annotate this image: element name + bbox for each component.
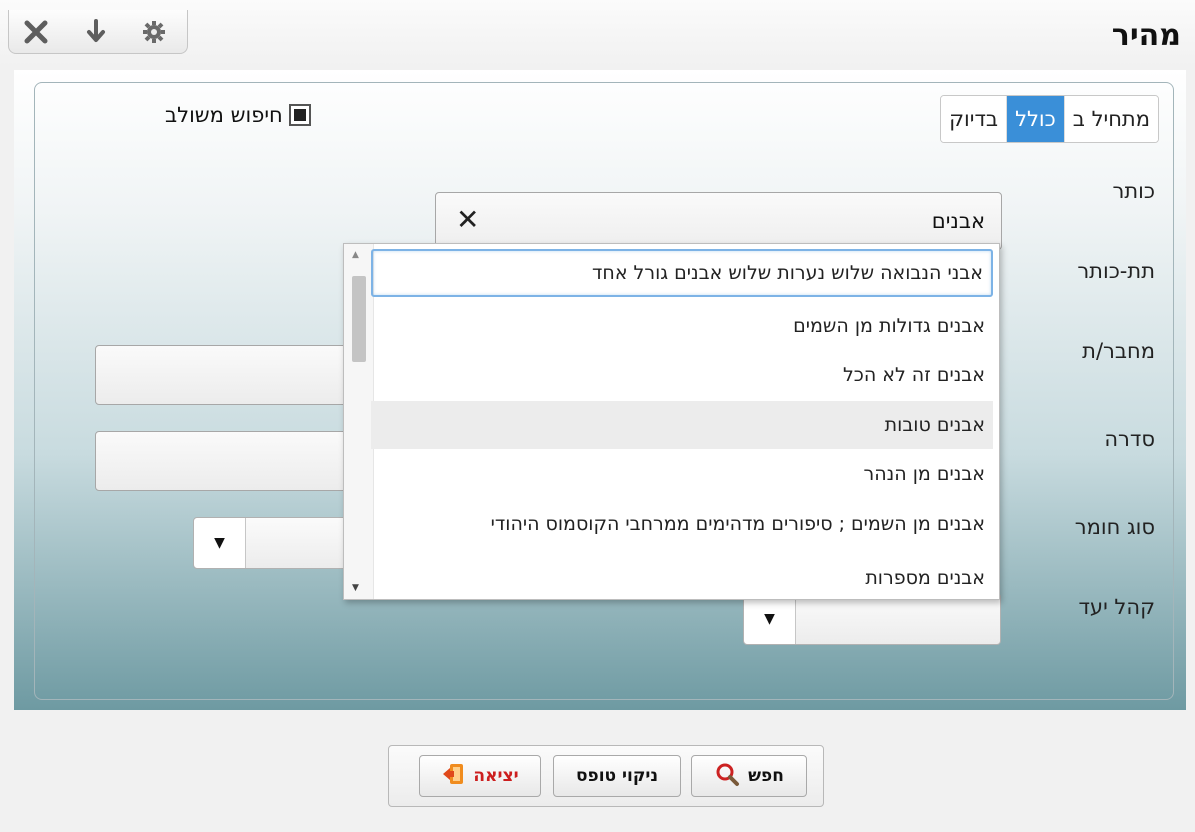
scroll-up-arrow-icon[interactable]: ▲ [352,250,359,260]
scroll-down-arrow-icon[interactable]: ▼ [352,583,359,593]
chevron-down-icon[interactable]: ▼ [194,518,246,568]
title-input-value: אבנים [931,209,985,233]
chevron-down-icon[interactable]: ▼ [744,594,796,644]
magnifier-icon [714,761,740,792]
suggestions-scrollbar[interactable]: ▲ ▼ [344,244,374,599]
combined-search-checkbox[interactable] [288,104,311,126]
close-icon[interactable] [17,16,55,48]
exit-button-label: יציאה [473,766,519,786]
audience-label: קהל יעד [1078,595,1155,619]
exit-door-icon [441,762,465,791]
window-title: מהיר [1111,18,1181,53]
suggestion-item[interactable]: אבנים מן הנהר [371,450,993,498]
exit-button[interactable]: יציאה [419,755,541,797]
subtitle-label: תת-כותר [1077,259,1155,283]
combined-search-label: חיפוש משולב [165,103,283,127]
clear-title-icon[interactable]: ✕ [456,203,479,236]
window-toolbar [8,10,188,54]
title-bar: מהיר [0,0,1195,66]
audience-select[interactable]: ▼ [743,593,1001,645]
material-type-label: סוג חומר [1074,515,1155,539]
pin-down-icon[interactable] [77,16,115,48]
suggestion-item[interactable]: אבנים מספרות [371,554,993,599]
search-button[interactable]: חפש [691,755,807,797]
title-suggestions-list: ▲ ▼ אבני הנבואה שלוש נערות שלוש אבנים גו… [343,243,1000,600]
action-bar: חפש ניקוי טופס יציאה [388,745,824,807]
suggestion-item[interactable]: אבנים זה לא הכל [371,351,993,399]
gear-icon[interactable] [135,16,173,48]
clear-form-button[interactable]: ניקוי טופס [553,755,681,797]
mode-exact[interactable]: בדיוק [941,96,1007,142]
title-input[interactable]: אבנים ✕ [435,192,1002,250]
suggestion-item[interactable]: אבנים גדולות מן השמים [371,302,993,350]
clear-form-button-label: ניקוי טופס [575,766,659,786]
mode-starts-with[interactable]: מתחיל ב [1063,96,1158,142]
mode-contains[interactable]: כולל [1006,96,1064,142]
search-button-label: חפש [748,766,784,786]
series-label: סדרה [1104,427,1155,451]
quick-search-window: מהיר חיפוש משולב מתחיל ב כולל בדיוק כותר… [0,0,1195,832]
suggestion-item[interactable]: אבני הנבואה שלוש נערות שלוש אבנים גורל א… [371,249,993,297]
title-label: כותר [1112,179,1155,203]
suggestion-item[interactable]: אבנים מן השמים ; סיפורים מדהימים ממרחבי … [371,500,993,548]
combined-search-toggle[interactable]: חיפוש משולב [165,103,311,127]
search-mode-selector: מתחיל ב כולל בדיוק [940,95,1159,143]
suggestion-item[interactable]: אבנים טובות [371,401,993,449]
author-label: מחבר/ת [1082,339,1155,363]
scroll-thumb[interactable] [352,276,366,362]
